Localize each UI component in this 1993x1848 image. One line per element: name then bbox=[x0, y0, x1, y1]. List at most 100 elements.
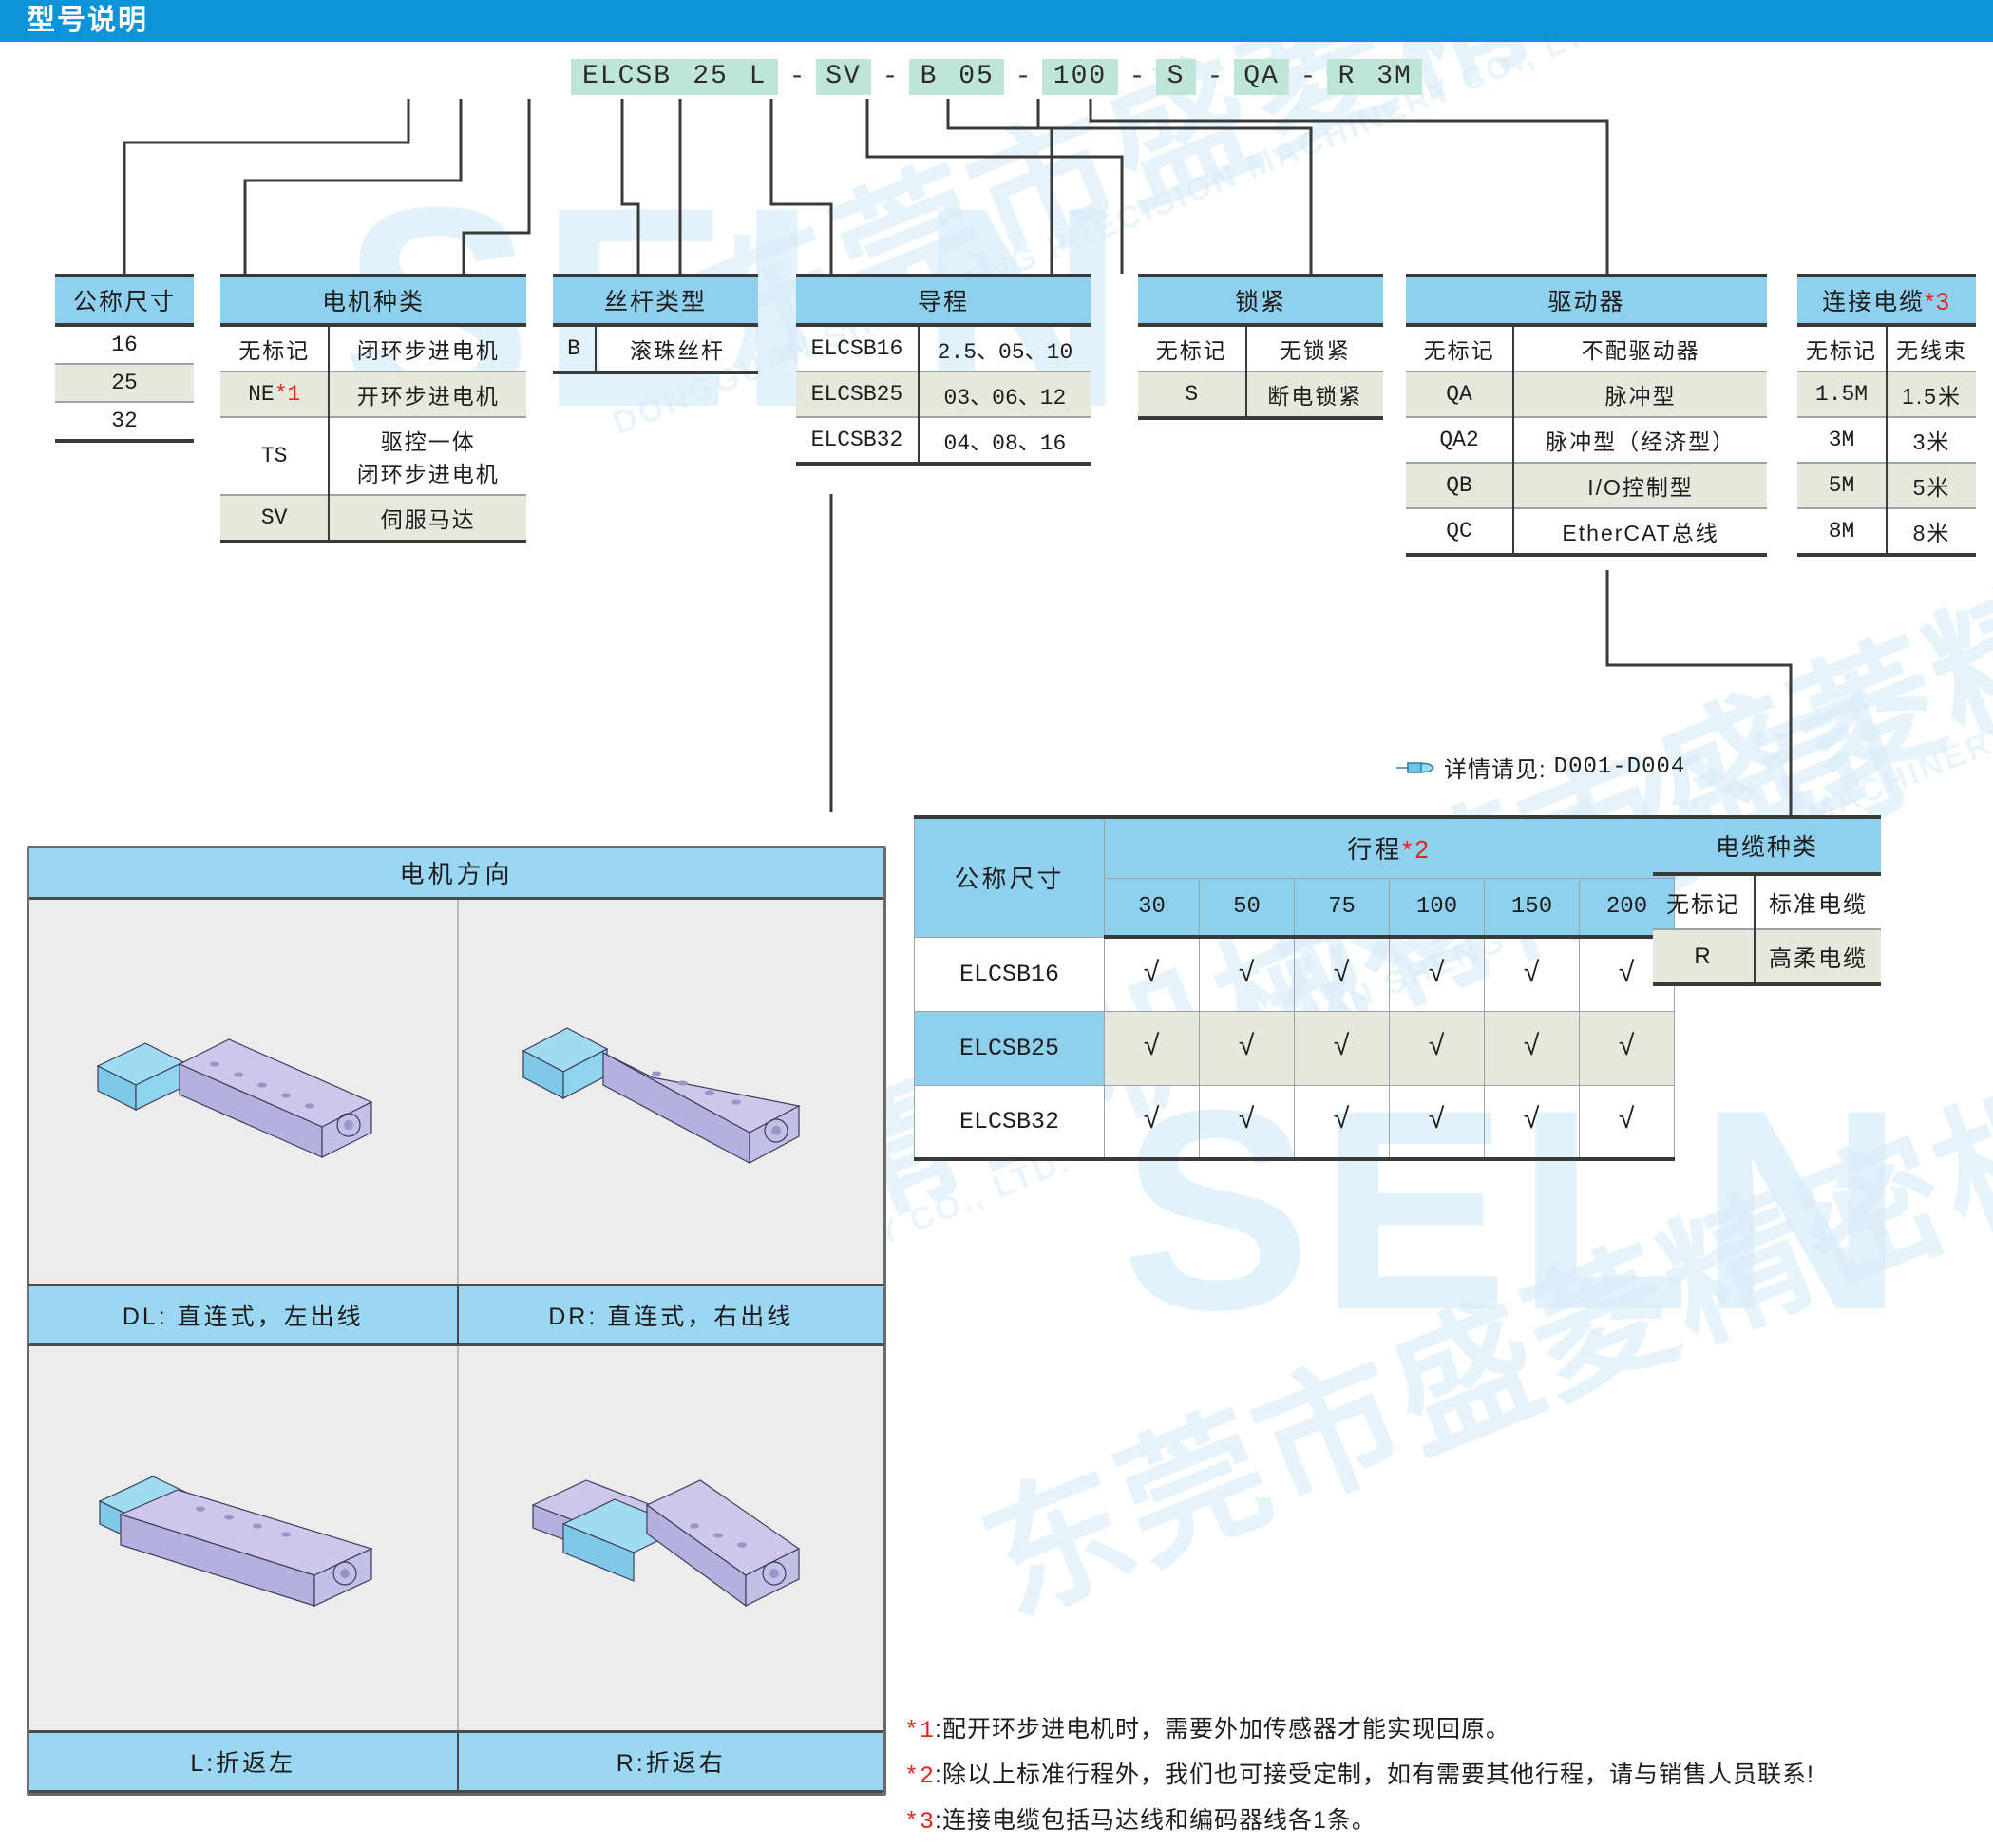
actuator-drawing-l bbox=[98, 1476, 373, 1607]
footnote-3: *3:连接电缆包括马达线和编码器线各1条。 bbox=[904, 1801, 1814, 1836]
model-code-dash: - bbox=[1300, 62, 1317, 92]
cell-desc: 滚珠丝杆 bbox=[596, 325, 758, 374]
table-row: 无标记 标准电缆 bbox=[1653, 874, 1881, 929]
stroke-row-label: ELCSB32 bbox=[914, 1084, 1105, 1161]
cell-code: ELCSB32 bbox=[796, 416, 920, 466]
table-header: 电缆种类 bbox=[1653, 815, 1881, 876]
cell-desc: 不配驱动器 bbox=[1581, 338, 1700, 363]
cell-code: ELCSB16 bbox=[796, 325, 920, 372]
stroke-row-label: ELCSB16 bbox=[914, 936, 1105, 1012]
stroke-availability-mark: √ bbox=[1579, 1010, 1675, 1086]
model-code-chip: 05 bbox=[949, 59, 1004, 95]
cell-code: QA bbox=[1406, 371, 1515, 417]
stroke-availability-mark: √ bbox=[1104, 1010, 1200, 1086]
stroke-column-header: 50 bbox=[1199, 877, 1295, 939]
cell-desc: 03、06、12 bbox=[918, 371, 1091, 417]
table-header: 锁紧 bbox=[1138, 274, 1383, 327]
table-row: 32 bbox=[55, 401, 194, 443]
cell-desc: 5米 bbox=[1887, 462, 1976, 508]
cell-code: QB bbox=[1406, 462, 1515, 508]
cell-code: 3M bbox=[1797, 416, 1888, 463]
table-row: ELCSB25 03、06、12 bbox=[796, 371, 1091, 417]
driver-note-prefix: 详情请见: bbox=[1444, 757, 1547, 783]
cell-code: 1.5M bbox=[1797, 371, 1888, 417]
cell-desc: EtherCAT总线 bbox=[1513, 507, 1767, 557]
table-row: ELCSB25 √ √ √ √ √ √ bbox=[914, 1010, 1675, 1086]
model-code-chip: B bbox=[909, 59, 949, 95]
cell-desc: 脉冲型（经济型） bbox=[1513, 416, 1767, 463]
table-row: 1.5M 1.5米 bbox=[1797, 371, 1976, 417]
table-header: 公称尺寸 bbox=[55, 274, 194, 327]
table-row: ELCSB32 04、08、16 bbox=[796, 416, 1091, 466]
motor-direction-label-r: R:折返右 bbox=[456, 1730, 883, 1793]
model-code-chip: 25 bbox=[683, 59, 738, 95]
footnote-2-mark: *2 bbox=[904, 1762, 936, 1790]
table-row: S 断电锁紧 bbox=[1138, 371, 1383, 420]
table-row: 无标记 无线束 bbox=[1797, 325, 1976, 372]
driver-note-code: D001-D004 bbox=[1553, 754, 1686, 780]
table-row: 无标记 闭环步进电机 bbox=[220, 325, 526, 372]
code-star: *1 bbox=[274, 382, 301, 407]
motor-direction-image-l bbox=[29, 1346, 457, 1730]
stroke-availability-mark: √ bbox=[1579, 1084, 1675, 1161]
cell-code: R bbox=[1653, 928, 1756, 986]
cell-desc: 脉冲型 bbox=[1513, 371, 1767, 417]
table-lock: 锁紧 无标记 无锁紧 S 断电锁紧 bbox=[1138, 274, 1383, 420]
cell-code: TS bbox=[220, 416, 331, 495]
cell-code: NE*1 bbox=[220, 371, 331, 417]
motor-direction-image-dl bbox=[29, 900, 457, 1284]
model-code-dash: - bbox=[882, 62, 899, 92]
header-star: *3 bbox=[1925, 289, 1951, 315]
footnote-2-text: :除以上标准行程外，我们也可接受定制，如有需要其他行程，请与销售人员联系! bbox=[935, 1762, 1814, 1788]
motor-direction-title: 电机方向 bbox=[29, 848, 883, 900]
stroke-availability-mark: √ bbox=[1104, 1084, 1200, 1161]
stroke-title: 行程*2 bbox=[1104, 815, 1675, 879]
stroke-availability-mark: √ bbox=[1484, 1010, 1580, 1086]
stroke-availability-mark: √ bbox=[1294, 936, 1390, 1012]
cell-desc: 断电锁紧 bbox=[1245, 371, 1383, 420]
cell-desc: 驱控一体 闭环步进电机 bbox=[329, 416, 526, 495]
model-code-chip: L bbox=[738, 59, 778, 95]
stroke-availability-mark: √ bbox=[1104, 936, 1200, 1012]
table-header: 丝杆类型 bbox=[553, 274, 758, 327]
model-code-chip: S bbox=[1156, 59, 1196, 95]
cell-code: QC bbox=[1406, 507, 1515, 557]
cell-desc: 04、08、16 bbox=[918, 416, 1091, 466]
footnote-1-text: :配开环步进电机时，需要外加传感器才能实现回原。 bbox=[935, 1716, 1510, 1743]
model-code-dash: - bbox=[1206, 62, 1224, 92]
footnote-1: *1:配开环步进电机时，需要外加传感器才能实现回原。 bbox=[904, 1710, 1814, 1744]
cell-desc: 高柔电缆 bbox=[1755, 928, 1881, 986]
cell-desc: 1.5米 bbox=[1887, 371, 1976, 417]
table-row: B 滚珠丝杆 bbox=[553, 325, 758, 374]
footnote-1-mark: *1 bbox=[904, 1717, 936, 1744]
table-row: 8M 8米 bbox=[1797, 507, 1976, 557]
cell-desc: 伺服马达 bbox=[329, 494, 526, 543]
model-code-chip: 3M bbox=[1367, 59, 1422, 95]
model-code-chip: 100 bbox=[1042, 59, 1118, 95]
table-row: QB I/O控制型 bbox=[1406, 462, 1767, 508]
driver-detail-note: 详情请见: D001-D004 bbox=[1395, 751, 1685, 784]
cell-desc: 无锁紧 bbox=[1279, 338, 1351, 363]
cell-code: ELCSB25 bbox=[796, 371, 920, 417]
table-row: ELCSB16 √ √ √ √ √ √ bbox=[914, 936, 1675, 1012]
table-row: 5M 5米 bbox=[1797, 462, 1976, 508]
table-row: 3M 3米 bbox=[1797, 416, 1976, 463]
stroke-corner-label: 公称尺寸 bbox=[914, 815, 1105, 938]
table-row: SV 伺服马达 bbox=[220, 494, 526, 543]
page-header: 型号说明 bbox=[0, 0, 1993, 42]
cell-code: 8M bbox=[1797, 507, 1888, 557]
model-code-dash: - bbox=[1015, 62, 1032, 92]
cell-code: QA2 bbox=[1406, 416, 1515, 463]
stroke-availability-mark: √ bbox=[1389, 1084, 1485, 1161]
cell-code: S bbox=[1138, 371, 1247, 420]
footnotes: *1:配开环步进电机时，需要外加传感器才能实现回原。 *2:除以上标准行程外，我… bbox=[904, 1710, 1814, 1847]
cell-desc: 2.5、05、10 bbox=[937, 340, 1073, 365]
table-row: NE*1 开环步进电机 bbox=[220, 371, 526, 417]
table-row: 无标记 无锁紧 bbox=[1138, 325, 1383, 372]
cell-desc: 开环步进电机 bbox=[329, 371, 526, 417]
table-header: 导程 bbox=[796, 274, 1091, 327]
cell-code: 25 bbox=[55, 363, 194, 402]
stroke-availability-mark: √ bbox=[1389, 936, 1485, 1012]
motor-direction-label-dr: DR: 直连式，右出线 bbox=[456, 1284, 883, 1346]
footnote-3-mark: *3 bbox=[904, 1808, 936, 1836]
